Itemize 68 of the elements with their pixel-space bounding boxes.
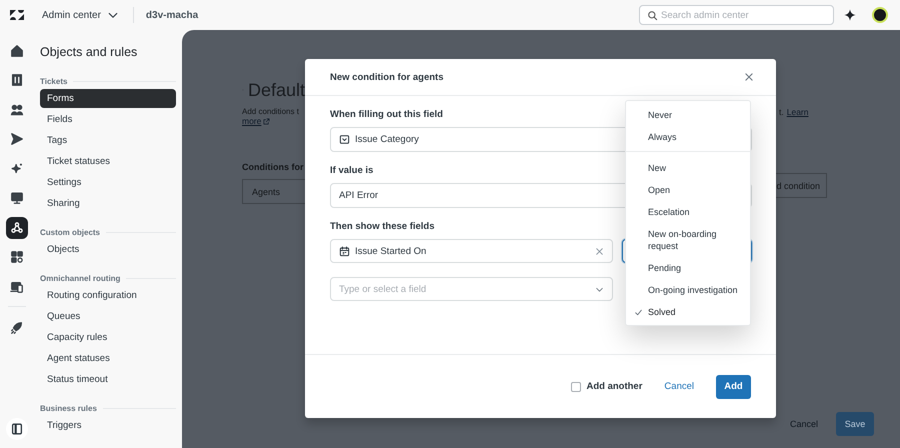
sidebar-item[interactable]: Triggers <box>40 415 176 436</box>
checkbox[interactable] <box>571 382 582 392</box>
triangle-nodes-icon <box>10 220 24 235</box>
dialog-title: New condition for agents <box>330 72 444 82</box>
page-description: t. <box>779 107 784 117</box>
rocket-icon <box>10 321 24 336</box>
sidebar-item[interactable]: Objects <box>40 239 176 260</box>
sidebar-item[interactable]: Forms <box>40 89 176 108</box>
sidebar-title: Objects and rules <box>40 44 138 60</box>
field-picker[interactable]: Type or select a field <box>330 277 613 301</box>
section-heading: Business rules <box>40 404 97 412</box>
selected-field[interactable]: Issue Started On <box>330 239 613 263</box>
add-button[interactable]: Add <box>716 374 751 398</box>
sidebar-toggle-icon <box>10 422 24 436</box>
calendar-icon <box>339 246 350 256</box>
field-label: Then show these fields <box>330 221 435 233</box>
rail-nav-button[interactable] <box>6 216 28 239</box>
menu-option[interactable]: Pending <box>626 257 750 279</box>
zendesk-logo-icon <box>9 7 25 23</box>
section-heading: Tickets <box>40 76 68 86</box>
external-link-icon <box>263 118 270 124</box>
account-name: d3v-macha <box>146 10 198 20</box>
menu-option[interactable]: New <box>626 157 750 179</box>
sidebar-item[interactable]: Routing configuration <box>40 285 176 306</box>
menu-option[interactable]: Solved <box>626 301 750 323</box>
sidebar-item[interactable]: Settings <box>40 172 176 193</box>
section-heading: Omnichannel routing <box>40 274 120 282</box>
menu-option[interactable]: On-going investigation <box>626 279 750 301</box>
sidebar-item[interactable]: Queues <box>40 306 176 327</box>
menu-option[interactable]: Never <box>626 104 750 126</box>
sidebar-item[interactable]: Status timeout <box>40 369 176 390</box>
sidebar-item[interactable]: Agent statuses <box>40 348 176 369</box>
dropdown-field-icon <box>339 134 350 145</box>
sidebar-item[interactable]: Tags <box>40 130 176 151</box>
people-icon <box>10 102 24 117</box>
field-label: If value is <box>330 165 374 177</box>
section-heading: Custom objects <box>40 228 100 236</box>
monitor-icon <box>10 191 24 206</box>
sidebar-item[interactable]: Ticket statuses <box>40 151 176 172</box>
section-heading: Conditions for <box>242 162 304 172</box>
close-icon <box>744 72 754 82</box>
menu-option[interactable]: Always <box>626 126 750 148</box>
sidebar-item[interactable]: Fields <box>40 109 176 130</box>
field-label: When filling out this field <box>330 109 443 121</box>
search-icon <box>647 10 658 21</box>
building-icon <box>10 73 24 88</box>
apps-icon <box>10 250 24 264</box>
home-icon <box>10 44 24 58</box>
close-button[interactable] <box>744 72 754 82</box>
sparkle-icon <box>10 162 24 176</box>
rail-nav-button[interactable] <box>6 418 28 440</box>
checkbox-label: Add another <box>586 381 642 392</box>
devices-icon <box>10 280 24 294</box>
cancel-button[interactable]: Cancel <box>664 381 694 392</box>
sidebar-item[interactable]: Capacity rules <box>40 327 176 348</box>
send-icon <box>10 132 24 146</box>
avatar[interactable] <box>872 7 888 23</box>
sparkle-icon <box>843 8 857 22</box>
clear-icon <box>595 246 604 256</box>
chevron-down-icon <box>595 285 604 294</box>
menu-option[interactable]: New on-boarding request <box>626 223 750 257</box>
sidebar-item[interactable]: Sharing <box>40 193 176 214</box>
save-button[interactable]: Save <box>836 412 874 436</box>
product-switcher[interactable]: Admin center <box>42 9 119 21</box>
search-field[interactable]: Search admin center <box>639 5 834 25</box>
check-icon <box>634 308 643 317</box>
page-description: Add conditions t <box>242 107 299 116</box>
page-title: Default <box>242 80 305 100</box>
